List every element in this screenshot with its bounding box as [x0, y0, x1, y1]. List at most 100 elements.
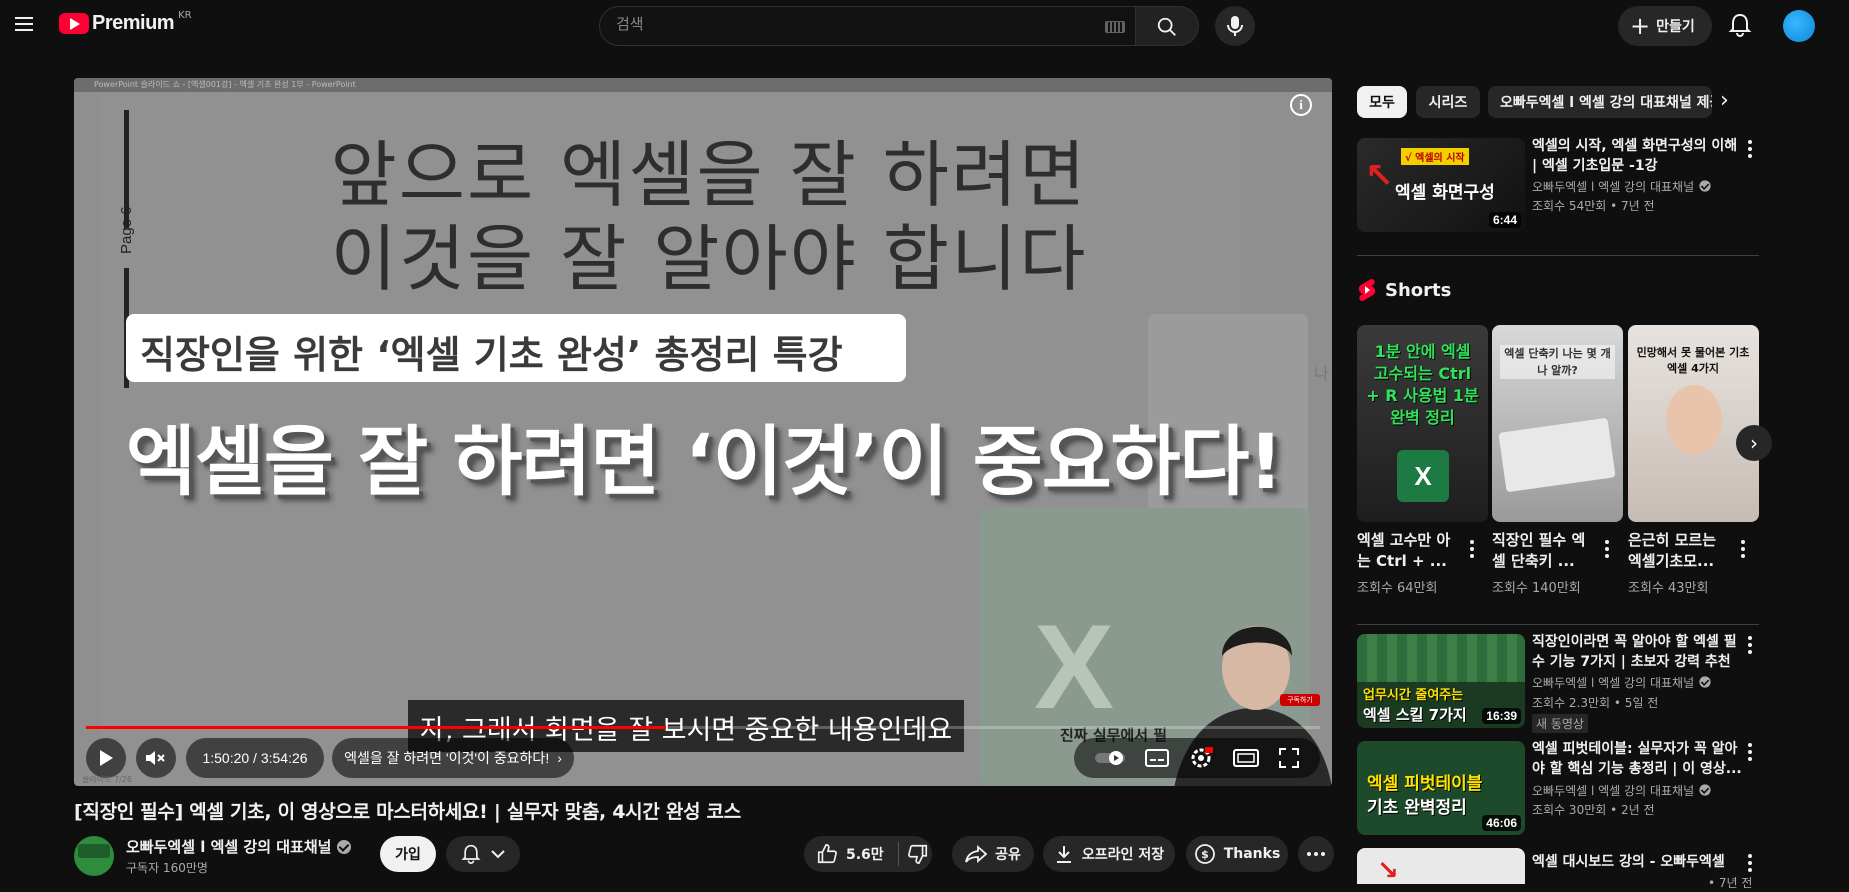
subscriber-count: 구독자 160만명 [126, 861, 208, 875]
related-video-thumbnail[interactable]: 엑셀 피벗테이블 기초 완벽정리 46:06 [1357, 741, 1525, 835]
time-display: 1:50:20 / 3:54:26 [186, 738, 324, 778]
youtube-play-logo-icon [59, 13, 89, 34]
shorts-title: Shorts [1385, 279, 1452, 301]
chips-next-chevron-icon[interactable]: › [1720, 88, 1748, 116]
dislike-icon[interactable] [907, 843, 929, 865]
related-video-channel[interactable]: 오빠두엑셀 l 엑셀 강의 대표채널 [1532, 178, 1712, 196]
hamburger-menu-icon[interactable] [12, 12, 36, 36]
video-duration: 6:44 [1488, 212, 1521, 228]
related-video-channel[interactable]: 오빠두엑셀 l 엑셀 강의 대표채널 [1532, 674, 1712, 692]
related-video-channel[interactable]: 오빠두엑셀 l 엑셀 강의 대표채널 [1532, 782, 1712, 800]
thanks-button[interactable]: $ Thanks [1186, 836, 1288, 872]
short-thumbnail[interactable]: 민망해서 못 물어본 기초 엑셀 4가지 [1628, 325, 1759, 522]
related-video-meta: • 7년 전 [1708, 876, 1753, 890]
related-video-title[interactable]: 엑셀 피벗테이블: 실무자가 꼭 알아야 할 핵심 기능 총정리 | 이 영상.… [1532, 739, 1742, 779]
related-video-thumbnail[interactable]: 업무시간 줄여주는 엑셀 스킬 7가지 16:39 [1357, 634, 1525, 728]
short-title[interactable]: 은근히 모르는 엑셀기초모... [1628, 530, 1733, 572]
chip-series[interactable]: 시리즈 [1416, 86, 1480, 118]
related-video-thumbnail[interactable]: √ 엑셀의 시작 ↖ 엑셀 화면구성 6:44 [1357, 138, 1525, 232]
short-options-icon[interactable] [1468, 538, 1476, 560]
verified-check-icon [1699, 180, 1711, 192]
progress-bar[interactable] [86, 726, 1320, 729]
join-button[interactable]: 가입 [380, 836, 436, 872]
short-options-icon[interactable] [1603, 538, 1611, 560]
thumb-tag: 업무시간 줄여주는 [1363, 688, 1464, 703]
video-title: [직장인 필수] 엑셀 기초, 이 영상으로 마스터하세요! | 실무자 맞춤,… [74, 801, 741, 823]
fullscreen-icon[interactable] [1278, 747, 1300, 769]
subtitles-icon[interactable] [1145, 749, 1170, 767]
like-count[interactable]: 5.6만 [846, 844, 884, 864]
settings-gear-icon[interactable] [1189, 746, 1213, 770]
chapter-button[interactable]: 엑셀을 잘 하려면 '이것'이 중요하다! › [332, 738, 574, 778]
slide-side-text: 나 [1314, 364, 1329, 383]
volume-muted-icon [146, 751, 165, 765]
account-avatar[interactable] [1783, 10, 1815, 42]
search-input[interactable] [616, 16, 1096, 33]
channel-name[interactable]: 오빠두엑셀 l 엑셀 강의 대표채널 [126, 836, 352, 857]
related-video-meta: 조회수 54만회 • 7년 전 [1532, 199, 1655, 213]
thumb-text: 엑셀 화면구성 [1395, 183, 1495, 203]
video-options-icon[interactable] [1746, 138, 1754, 160]
related-video-title[interactable]: 직장인이라면 꼭 알아야 할 엑셀 필수 기능 7가지 | 초보자 강력 추천 [1532, 632, 1742, 672]
short-thumbnail[interactable]: 엑셀 단축키 나는 몇 개나 알까? [1492, 325, 1623, 522]
more-dots-icon [1321, 852, 1325, 856]
video-player[interactable]: PowerPoint 슬라이드 쇼 - [엑셀001강] - 엑셀 기초 완성 … [74, 78, 1332, 786]
download-button[interactable]: 오프라인 저장 [1043, 836, 1175, 872]
short-title[interactable]: 직장인 필수 엑셀 단축키 ... [1492, 530, 1597, 572]
related-video-title[interactable]: 엑셀의 시작, 엑셀 화면구성의 이해 | 엑셀 기초입문 -1강 [1532, 136, 1742, 176]
chip-all[interactable]: 모두 [1357, 86, 1407, 118]
youtube-premium-logo[interactable]: Premium KR [59, 10, 192, 34]
short-thumbnail[interactable]: 1분 안에 엑셀 고수되는 Ctrl + R 사용법 1분 완벽 정리 X [1357, 325, 1488, 522]
share-icon [965, 845, 988, 863]
like-divider [897, 842, 899, 866]
thumb-text: 기초 완벽정리 [1367, 798, 1467, 818]
subscribe-badge: 구독하기 [1280, 694, 1320, 706]
shorts-header: Shorts [1357, 278, 1451, 302]
shorts-logo-icon [1358, 279, 1376, 301]
verified-check-icon [1699, 784, 1711, 796]
progress-fill [86, 726, 666, 729]
download-icon [1056, 846, 1071, 863]
more-actions-button[interactable] [1298, 836, 1334, 872]
download-label: 오프라인 저장 [1081, 847, 1165, 863]
notifications-bell-icon[interactable] [1728, 12, 1752, 38]
share-button[interactable]: 공유 [952, 836, 1034, 872]
bell-icon [461, 844, 481, 864]
channel-avatar[interactable] [74, 836, 114, 876]
notification-dropdown-button[interactable] [446, 836, 520, 872]
create-button[interactable]: + 만들기 [1618, 6, 1712, 46]
divider [1357, 624, 1759, 625]
search-button[interactable] [1136, 6, 1199, 46]
like-icon[interactable] [816, 843, 838, 865]
chapter-label: 엑셀을 잘 하려면 '이것'이 중요하다! [344, 750, 550, 766]
shorts-next-chevron-icon[interactable]: › [1736, 425, 1772, 461]
video-options-icon[interactable] [1746, 634, 1754, 656]
search-box [599, 6, 1136, 46]
autoplay-toggle-icon[interactable] [1094, 750, 1126, 766]
red-arrow-icon: ↘ [1377, 856, 1399, 884]
keyboard-icon[interactable] [1105, 21, 1125, 33]
short-title[interactable]: 엑셀 고수만 아는 Ctrl + ... [1357, 530, 1462, 572]
play-button[interactable] [86, 738, 126, 778]
video-overlay-title: 엑셀을 잘 하려면 ‘이것’이 중요하다! [126, 417, 1283, 506]
video-options-icon[interactable] [1746, 852, 1754, 874]
person-face-image [1666, 385, 1722, 455]
info-icon[interactable]: i [1290, 94, 1312, 116]
related-video-title[interactable]: 엑셀 대시보드 강의 - 오빠두엑셀 [1532, 852, 1742, 872]
chip-channel[interactable]: 오빠두엑셀 l 엑셀 강의 대표채널 제공 [1488, 86, 1712, 118]
new-video-badge: 새 동영상 [1532, 714, 1588, 733]
short-views: 조회수 140만회 [1492, 581, 1581, 596]
related-video-thumbnail[interactable]: ↘ [1357, 848, 1525, 884]
theater-mode-icon[interactable] [1232, 749, 1259, 767]
verified-check-icon [1699, 676, 1711, 688]
excel-logo-icon: X [1397, 450, 1449, 502]
ppt-window-bar: PowerPoint 슬라이드 쇼 - [엑셀001강] - 엑셀 기초 완성 … [74, 78, 1332, 92]
short-options-icon[interactable] [1739, 538, 1747, 560]
voice-search-button[interactable] [1215, 6, 1255, 46]
video-options-icon[interactable] [1746, 741, 1754, 763]
thanks-icon: $ [1194, 844, 1215, 864]
short-thumb-text: 엑셀 단축키 나는 몇 개나 알까? [1500, 345, 1615, 379]
create-label: 만들기 [1656, 19, 1695, 35]
divider [1357, 255, 1759, 256]
mute-button[interactable] [136, 738, 176, 778]
